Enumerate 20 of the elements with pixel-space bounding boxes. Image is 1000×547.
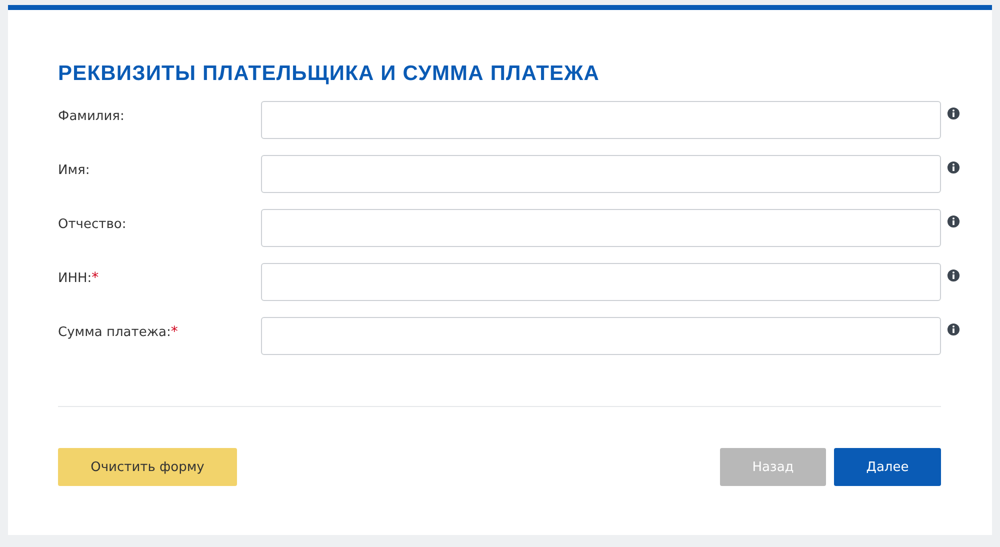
field-label: ИНН:	[58, 270, 92, 286]
input-field[interactable]	[261, 155, 941, 193]
form-title: РЕКВИЗИТЫ ПЛАТЕЛЬЩИКА И СУММА ПЛАТЕЖА	[58, 62, 600, 86]
info-icon[interactable]	[947, 269, 960, 282]
field-label: Отчество:	[58, 216, 126, 232]
field-label: Имя:	[58, 162, 90, 178]
field-label: Сумма платежа:	[58, 324, 171, 340]
clear-form-button[interactable]: Очистить форму	[58, 448, 237, 486]
required-mark: *	[170, 323, 178, 340]
info-icon[interactable]	[947, 215, 960, 228]
input-field[interactable]	[261, 209, 941, 247]
input-field[interactable]	[261, 263, 941, 301]
next-button[interactable]: Далее	[834, 448, 941, 486]
input-field[interactable]	[261, 317, 941, 355]
info-icon[interactable]	[947, 161, 960, 174]
info-icon[interactable]	[947, 323, 960, 336]
required-mark: *	[92, 269, 99, 286]
info-icon[interactable]	[947, 107, 960, 120]
field-label: Фамилия:	[58, 108, 124, 124]
input-field[interactable]	[261, 101, 941, 139]
